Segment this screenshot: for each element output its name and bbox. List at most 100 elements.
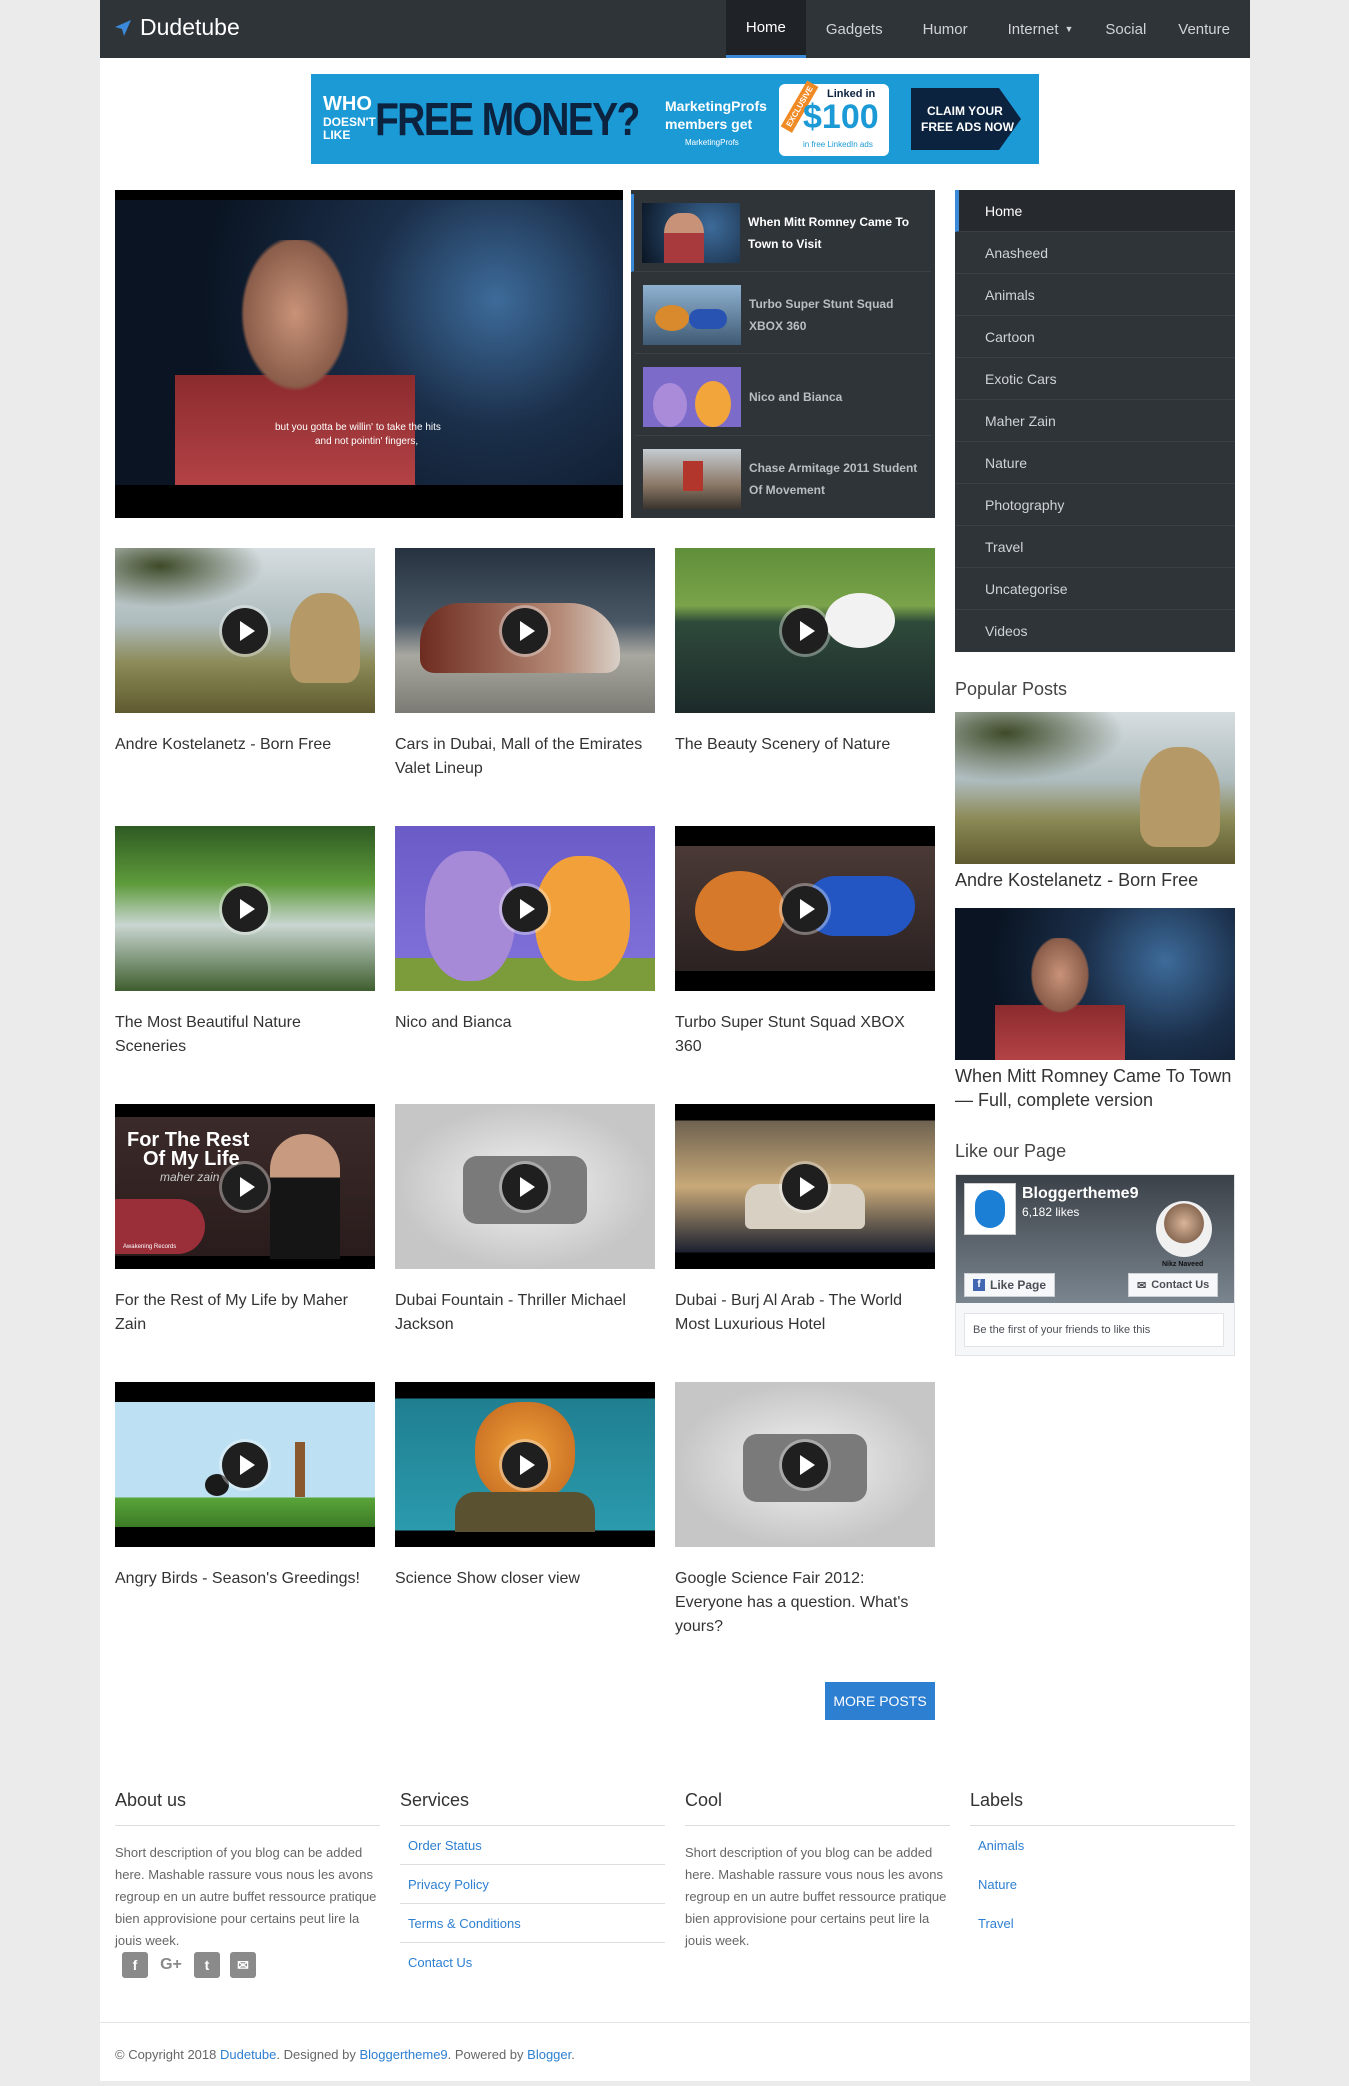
post-title[interactable]: The Most Beautiful Nature Sceneries (115, 1011, 375, 1059)
site-logo[interactable]: Dudetube (114, 14, 240, 41)
featured-list-item[interactable]: When Mitt Romney Came To Town to Visit (631, 194, 931, 272)
play-icon[interactable] (222, 607, 268, 654)
post-title[interactable]: Turbo Super Stunt Squad XBOX 360 (675, 1011, 935, 1059)
nav-home[interactable]: Home (725, 0, 806, 58)
nav-humor[interactable]: Humor (903, 0, 988, 58)
twitter-icon[interactable]: t (194, 1952, 220, 1978)
popular-post-title[interactable]: Andre Kostelanetz - Born Free (955, 868, 1235, 892)
footer-label-travel[interactable]: Travel (970, 1904, 1235, 1943)
post-card[interactable]: Andre Kostelanetz - Born Free (115, 548, 375, 757)
footer-link-privacy-policy[interactable]: Privacy Policy (400, 1865, 665, 1904)
post-thumbnail[interactable]: For The Rest Of My Life maher zain Awake… (115, 1104, 375, 1269)
footer-link-order-status[interactable]: Order Status (400, 1826, 665, 1865)
sidebar-item-home[interactable]: Home (955, 190, 1235, 232)
footer-label-animals[interactable]: Animals (970, 1826, 1235, 1865)
play-icon[interactable] (222, 885, 268, 932)
post-title[interactable]: Nico and Bianca (395, 1011, 655, 1035)
post-thumbnail[interactable] (675, 1104, 935, 1269)
post-card[interactable]: Google Science Fair 2012: Everyone has a… (675, 1382, 935, 1639)
post-title[interactable]: Science Show closer view (395, 1567, 655, 1591)
play-icon[interactable] (502, 1441, 548, 1488)
post-thumbnail[interactable] (675, 1382, 935, 1547)
play-icon[interactable] (222, 1163, 268, 1210)
google-plus-icon[interactable]: G+ (158, 1952, 184, 1978)
post-card[interactable]: The Most Beautiful Nature Sceneries (115, 826, 375, 1059)
featured-list-item[interactable]: Turbo Super Stunt Squad XBOX 360 (635, 276, 931, 354)
popular-post-image[interactable] (955, 712, 1235, 864)
sidebar-item-cartoon[interactable]: Cartoon (955, 316, 1235, 358)
sidebar-item-exotic-cars[interactable]: Exotic Cars (955, 358, 1235, 400)
video-subtitle-1: but you gotta be willin' to take the hit… (275, 422, 441, 433)
play-icon[interactable] (502, 1163, 548, 1210)
post-title[interactable]: The Beauty Scenery of Nature (675, 733, 935, 757)
fb-contact-button[interactable]: ✉ Contact Us (1128, 1273, 1219, 1297)
post-title[interactable]: Angry Birds - Season's Greedings! (115, 1567, 375, 1591)
like-page-heading: Like our Page (955, 1141, 1067, 1161)
post-thumbnail[interactable] (115, 826, 375, 991)
post-thumbnail[interactable] (395, 548, 655, 713)
sidebar-item-travel[interactable]: Travel (955, 526, 1235, 568)
post-card[interactable]: Dubai Fountain - Thriller Michael Jackso… (395, 1104, 655, 1337)
fb-like-page-button[interactable]: f Like Page (964, 1273, 1056, 1297)
fb-page-name[interactable]: Bloggertheme9 (1022, 1185, 1138, 1203)
featured-list-item[interactable]: Chase Armitage 2011 Student Of Movement (635, 440, 931, 518)
post-card[interactable]: Cars in Dubai, Mall of the Emirates Vale… (395, 548, 655, 781)
copyright-designer-link[interactable]: Bloggertheme9 (359, 2047, 447, 2062)
copyright-site-link[interactable]: Dudetube (220, 2047, 276, 2062)
more-posts-button[interactable]: MORE POSTS (825, 1682, 935, 1720)
sidebar-item-anasheed[interactable]: Anasheed (955, 232, 1235, 274)
sidebar-item-animals[interactable]: Animals (955, 274, 1235, 316)
play-icon[interactable] (502, 607, 548, 654)
facebook-icon[interactable]: f (122, 1952, 148, 1978)
post-title[interactable]: Google Science Fair 2012: Everyone has a… (675, 1567, 935, 1639)
post-thumbnail[interactable] (675, 826, 935, 991)
post-card[interactable]: Nico and Bianca (395, 826, 655, 1035)
sidebar-item-photography[interactable]: Photography (955, 484, 1235, 526)
banner-cta[interactable]: CLAIM YOUR FREE ADS NOW (911, 88, 1021, 150)
post-thumbnail[interactable] (395, 1104, 655, 1269)
popular-post-image[interactable] (955, 908, 1235, 1060)
footer-labels-heading: Labels (970, 1790, 1235, 1826)
nav-gadgets[interactable]: Gadgets (806, 0, 903, 58)
copyright-prefix: © Copyright 2018 (115, 2047, 220, 2062)
post-title[interactable]: Dubai - Burj Al Arab - The World Most Lu… (675, 1289, 935, 1337)
nav-venture[interactable]: Venture (1158, 0, 1250, 58)
post-title[interactable]: Dubai Fountain - Thriller Michael Jackso… (395, 1289, 655, 1337)
sidebar-item-videos[interactable]: Videos (955, 610, 1235, 652)
popular-post-title[interactable]: When Mitt Romney Came To Town — Full, co… (955, 1064, 1235, 1112)
play-icon[interactable] (782, 885, 828, 932)
footer-label-nature[interactable]: Nature (970, 1865, 1235, 1904)
ad-banner[interactable]: WHO DOESN'T LIKE FREE MONEY? MarketingPr… (311, 74, 1039, 164)
sidebar-item-uncategorise[interactable]: Uncategorise (955, 568, 1235, 610)
post-card[interactable]: Angry Birds - Season's Greedings! (115, 1382, 375, 1591)
fb-page-logo[interactable] (964, 1183, 1016, 1235)
footer-link-contact[interactable]: Contact Us (400, 1943, 665, 1982)
footer-link-terms[interactable]: Terms & Conditions (400, 1904, 665, 1943)
nav-social[interactable]: Social (1093, 0, 1158, 58)
post-card[interactable]: Dubai - Burj Al Arab - The World Most Lu… (675, 1104, 935, 1337)
sidebar-item-maher-zain[interactable]: Maher Zain (955, 400, 1235, 442)
play-icon[interactable] (782, 607, 828, 654)
email-icon[interactable]: ✉ (230, 1952, 256, 1978)
sidebar-item-nature[interactable]: Nature (955, 442, 1235, 484)
post-card[interactable]: The Beauty Scenery of Nature (675, 548, 935, 757)
play-icon[interactable] (782, 1163, 828, 1210)
play-icon[interactable] (502, 885, 548, 932)
post-card[interactable]: For The Rest Of My Life maher zain Awake… (115, 1104, 375, 1337)
post-card[interactable]: Turbo Super Stunt Squad XBOX 360 (675, 826, 935, 1059)
post-thumbnail[interactable] (675, 548, 935, 713)
post-title[interactable]: Cars in Dubai, Mall of the Emirates Vale… (395, 733, 655, 781)
post-thumbnail[interactable] (115, 1382, 375, 1547)
post-title[interactable]: Andre Kostelanetz - Born Free (115, 733, 375, 757)
post-thumbnail[interactable] (395, 826, 655, 991)
post-thumbnail[interactable] (115, 548, 375, 713)
play-icon[interactable] (782, 1441, 828, 1488)
post-title[interactable]: For the Rest of My Life by Maher Zain (115, 1289, 375, 1337)
post-card[interactable]: Science Show closer view (395, 1382, 655, 1591)
copyright-platform-link[interactable]: Blogger (527, 2047, 571, 2062)
nav-internet[interactable]: Internet ▼ (988, 0, 1094, 58)
play-icon[interactable] (222, 1441, 268, 1488)
post-thumbnail[interactable] (395, 1382, 655, 1547)
featured-list-item[interactable]: Nico and Bianca (635, 358, 931, 436)
featured-video-player[interactable]: but you gotta be willin' to take the hit… (115, 190, 623, 518)
